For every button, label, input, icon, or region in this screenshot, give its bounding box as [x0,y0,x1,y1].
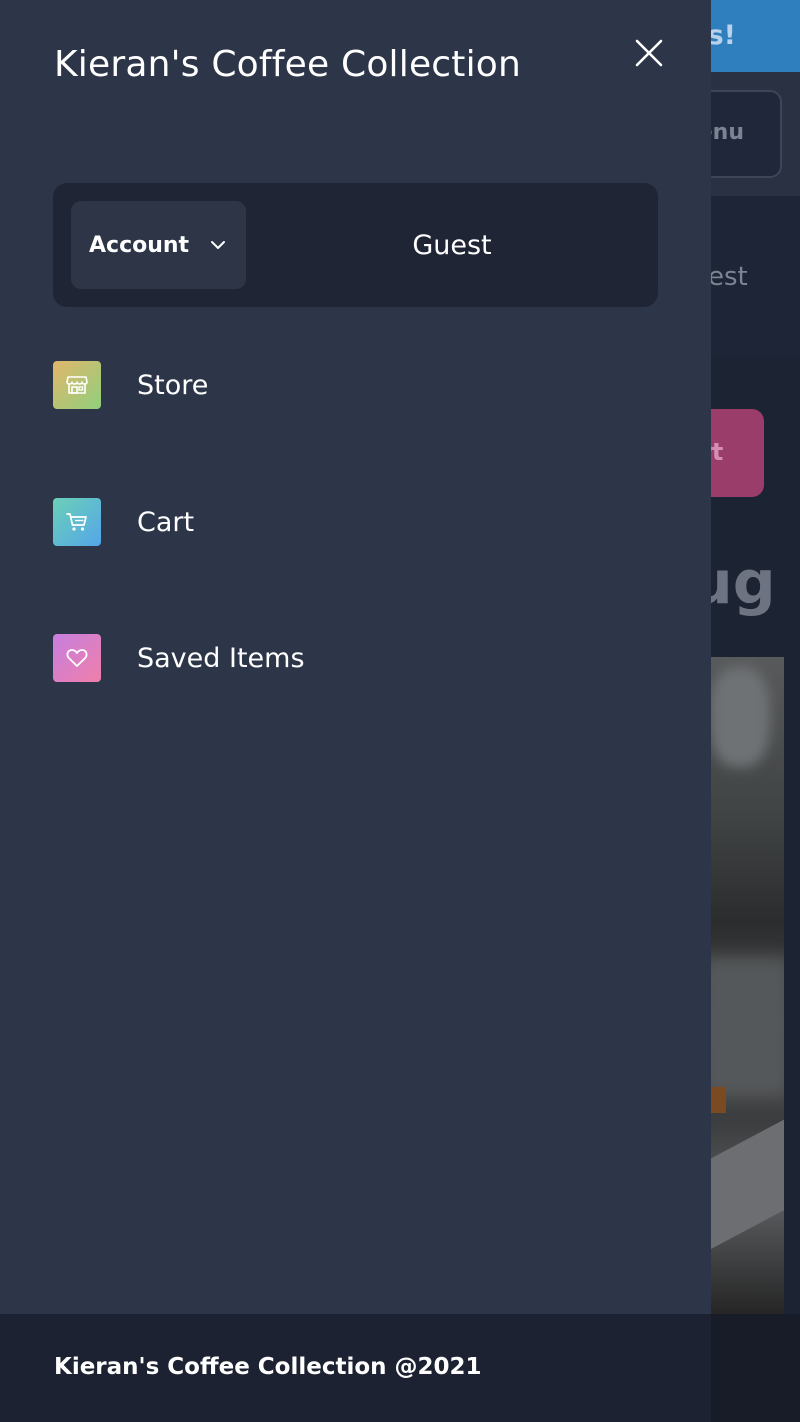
account-user-name: Guest [412,229,492,261]
nav-item-label: Saved Items [137,642,305,674]
nav-item-label: Cart [137,506,195,538]
footer-copyright: Kieran's Coffee Collection @2021 [54,1354,482,1380]
cart-icon [53,498,101,546]
nav-item-label: Store [137,369,209,401]
drawer-title: Kieran's Coffee Collection [54,44,522,85]
close-icon [635,39,663,67]
nav-item-store[interactable]: Store [53,361,653,409]
account-card: Account Guest [53,183,658,307]
account-dropdown-button[interactable]: Account [71,201,246,289]
nav-item-saved-items[interactable]: Saved Items [53,634,653,682]
account-button-label: Account [89,232,190,258]
navigation-drawer: Kieran's Coffee Collection Account Guest… [0,0,711,1422]
close-button[interactable] [626,32,672,78]
store-icon [53,361,101,409]
chevron-down-icon [211,241,225,249]
nav-item-cart[interactable]: Cart [53,498,653,546]
background-account-text: est [708,262,748,292]
heart-icon [53,634,101,682]
